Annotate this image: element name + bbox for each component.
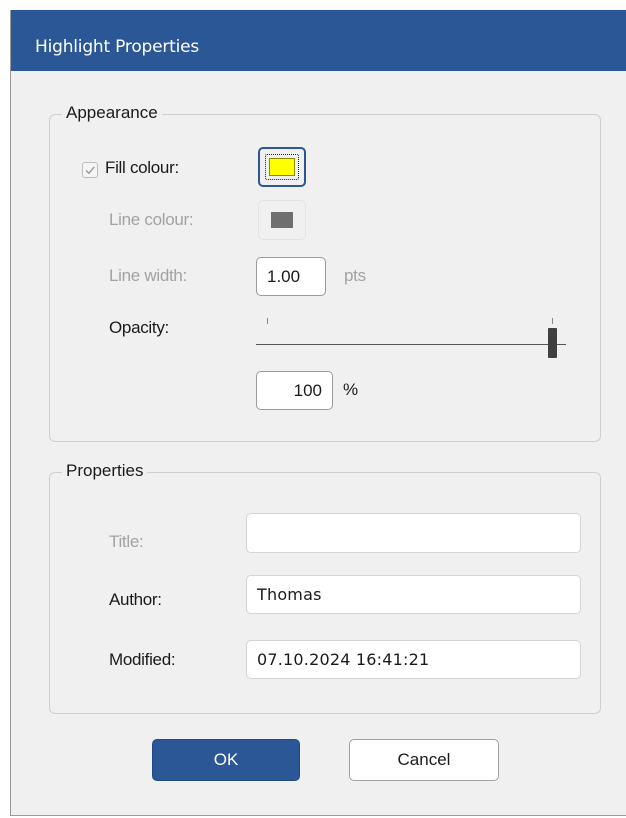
line-width-label: Line width: — [109, 266, 187, 285]
modified-field[interactable]: 07.10.2024 16:41:21 — [246, 640, 581, 679]
title-field[interactable] — [246, 513, 581, 553]
dialog-title: Highlight Properties — [35, 37, 200, 57]
checkmark-icon — [85, 166, 95, 175]
author-label: Author: — [109, 590, 162, 609]
line-colour-swatch — [271, 212, 293, 228]
line-width-input[interactable]: 1.00 — [256, 257, 326, 296]
title-bar: Highlight Properties — [11, 10, 626, 71]
fill-colour-swatch — [269, 158, 295, 176]
opacity-slider-track[interactable] — [256, 344, 566, 345]
opacity-slider-tick-min — [267, 318, 268, 324]
opacity-input[interactable]: 100 — [256, 371, 333, 410]
line-width-unit: pts — [344, 266, 366, 285]
fill-colour-checkbox[interactable] — [82, 162, 98, 178]
opacity-unit: % — [343, 380, 358, 399]
line-width-value: 1.00 — [267, 266, 301, 286]
cancel-button-label: Cancel — [397, 750, 451, 769]
opacity-value: 100 — [293, 380, 322, 400]
ok-button-label: OK — [213, 750, 239, 769]
fill-colour-button[interactable] — [258, 147, 306, 187]
ok-button[interactable]: OK — [152, 739, 300, 781]
highlight-properties-dialog: Highlight Properties Appearance Fill col… — [10, 10, 626, 816]
title-label: Title: — [109, 532, 144, 551]
cancel-button[interactable]: Cancel — [349, 739, 499, 781]
fill-colour-label: Fill colour: — [105, 158, 179, 177]
author-value: Thomas — [257, 585, 322, 604]
opacity-label: Opacity: — [109, 318, 169, 337]
line-colour-label: Line colour: — [109, 210, 194, 229]
opacity-slider-thumb[interactable] — [548, 328, 557, 358]
properties-legend: Properties — [62, 461, 148, 481]
author-field[interactable]: Thomas — [246, 575, 581, 614]
appearance-legend: Appearance — [62, 103, 162, 123]
modified-value: 07.10.2024 16:41:21 — [257, 650, 430, 669]
line-colour-button[interactable] — [258, 200, 306, 240]
opacity-slider-tick-max — [552, 318, 553, 324]
modified-label: Modified: — [109, 650, 176, 669]
focus-outline — [265, 154, 299, 180]
